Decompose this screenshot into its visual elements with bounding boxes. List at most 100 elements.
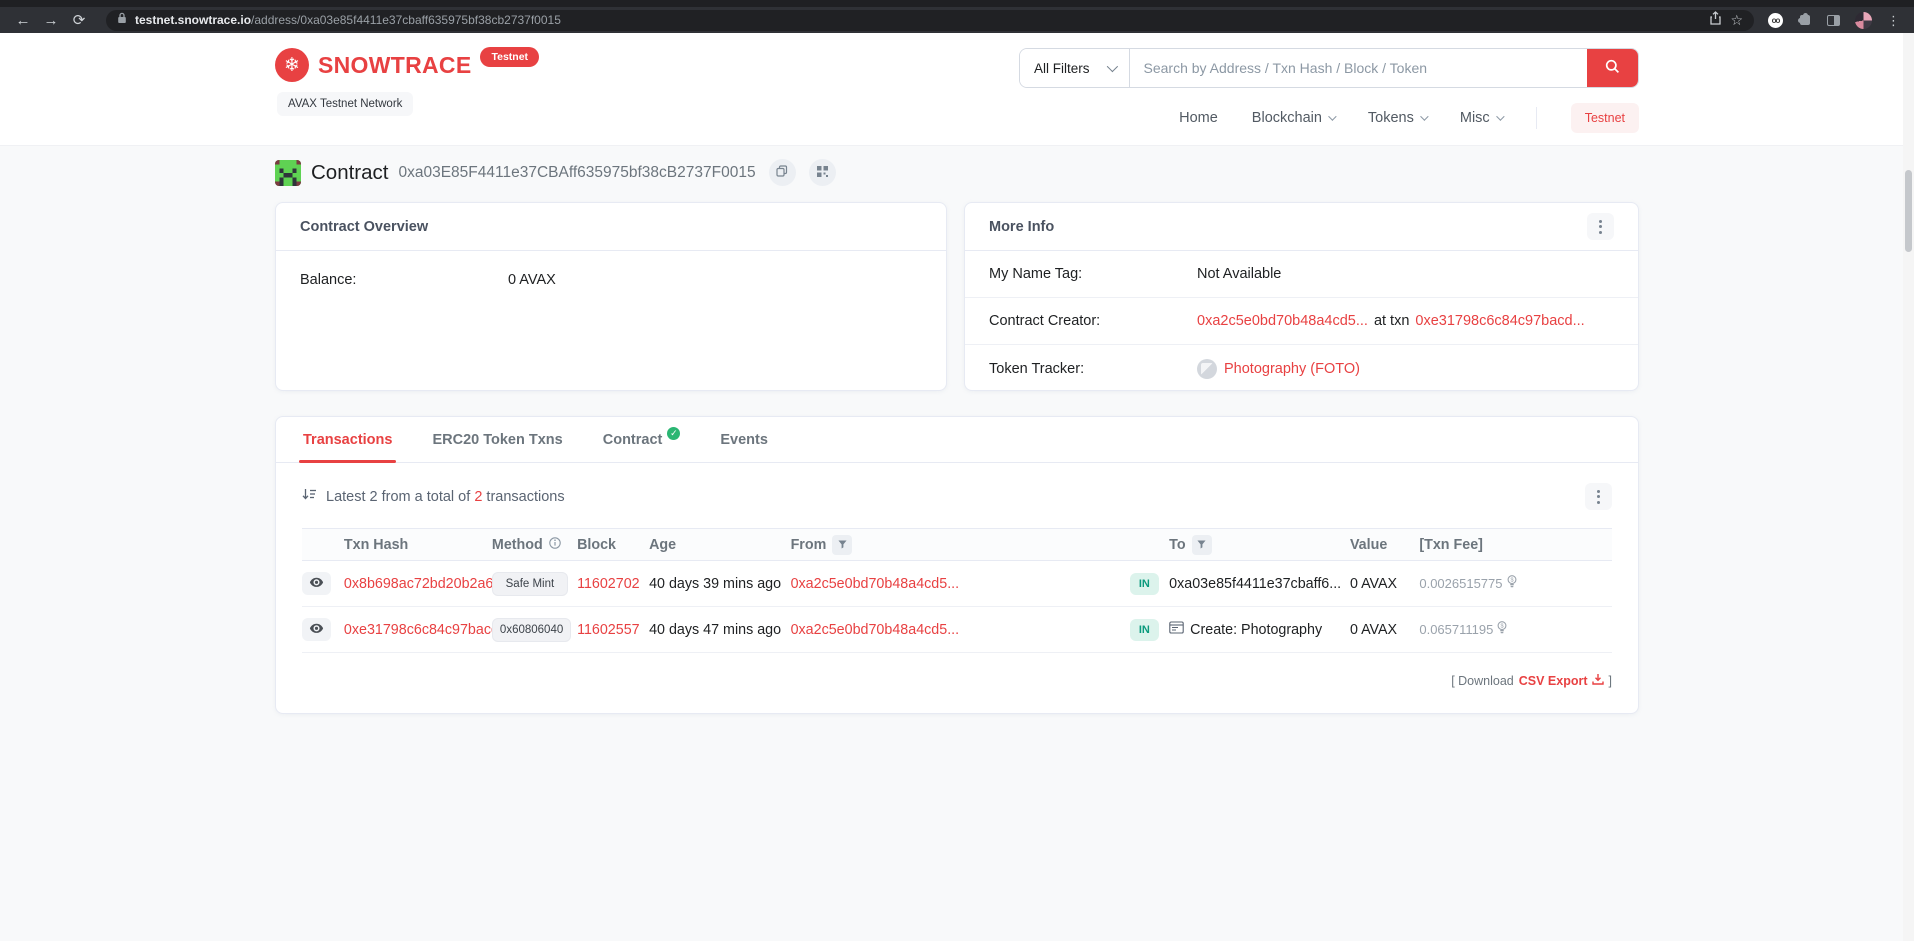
browser-back-button[interactable]: ← [10,13,36,28]
bookmark-star-icon[interactable]: ☆ [1730,12,1743,29]
browser-profile-avatar[interactable] [1855,11,1872,29]
token-tracker-link[interactable]: Photography (FOTO) [1224,361,1360,377]
chevron-down-icon [1328,112,1337,121]
method-badge: 0x60806040 [491,617,572,642]
balance-value: 0 AVAX [508,272,556,288]
col-block: Block [577,528,650,561]
txn-hash-link[interactable]: 0x8b698ac72bd20b2a64... [344,576,492,592]
token-logo-icon [1197,358,1217,379]
copy-icon [776,165,788,180]
token-tracker-label: Token Tracker: [989,360,1085,377]
csv-export-link[interactable]: CSV Export [1519,673,1604,688]
nav-item-home[interactable]: Home [1179,110,1218,126]
creator-address-link[interactable]: 0xa2c5e0bd70b48a4cd5... [1197,313,1368,329]
gas-bulb-icon[interactable]: $ [1497,621,1507,638]
browser-refresh-button[interactable]: ⟳ [66,13,92,28]
col-txn-fee: [Txn Fee] [1419,528,1612,561]
name-tag-row: My Name Tag: Not Available [965,251,1638,298]
gas-bulb-icon[interactable]: $ [1507,575,1517,592]
browser-tab-strip [0,0,1914,7]
direction-badge: IN [1129,572,1159,595]
nav-item-misc[interactable]: Misc [1460,110,1505,126]
verified-check-icon: ✓ [667,427,681,440]
transaction-count: 2 [474,488,483,505]
more-info-card: More Info My Name Tag: Not Available Con… [964,202,1639,391]
scrollbar-thumb[interactable] [1905,170,1912,252]
creator-label: Contract Creator: [989,313,1101,329]
download-prefix: [ Download [1451,673,1514,688]
snowtrace-logo-icon[interactable]: ❄ [275,48,309,82]
page-title-row: Contract 0xa03E85F4411e37CBAff635975bf38… [275,159,1639,186]
transactions-menu-button[interactable] [1585,483,1612,510]
search-button[interactable] [1587,49,1638,87]
eye-icon [309,622,324,637]
search-input[interactable] [1129,49,1587,87]
from-filter-button[interactable] [832,534,853,555]
nav-item-tokens[interactable]: Tokens [1368,110,1429,126]
browser-menu-icon[interactable]: ⋮ [1887,14,1900,27]
main-nav: Home Blockchain Tokens Misc Testnet [1179,103,1639,133]
txn-preview-button[interactable] [302,572,331,595]
contract-creator-row: Contract Creator: 0xa2c5e0bd70b48a4cd5..… [965,298,1638,345]
lock-icon [117,11,127,29]
tab-events[interactable]: Events [720,417,768,462]
brand-name[interactable]: SNOWTRACE [318,52,471,79]
side-panel-icon[interactable] [1827,14,1840,26]
col-method: Method [491,528,578,561]
site-header: ❄ SNOWTRACE Testnet AVAX Testnet Network… [0,33,1914,146]
nav-item-blockchain[interactable]: Blockchain [1252,110,1337,126]
nav-divider [1535,107,1537,129]
transactions-table: Txn Hash Method Block Age From To Value … [302,528,1612,653]
block-link[interactable]: 11602702 [577,576,640,592]
page-scrollbar[interactable] [1903,33,1914,941]
address-bar[interactable]: testnet.snowtrace.io/address/0xa03e85f44… [106,9,1754,31]
more-info-card-title: More Info [989,218,1055,235]
txn-preview-button[interactable] [302,618,331,641]
value-cell: 0 AVAX [1349,560,1420,607]
chevron-down-icon [1106,60,1118,73]
page-title: Contract [311,160,389,184]
name-tag-label: My Name Tag: [989,266,1083,282]
tab-erc20-token-txns[interactable]: ERC20 Token Txns [432,417,562,462]
age-cell: 40 days 47 mins ago [649,606,791,653]
extensions-puzzle-icon[interactable] [1797,12,1810,25]
info-icon[interactable] [549,536,561,553]
from-address-link[interactable]: 0xa2c5e0bd70b48a4cd5... [791,576,960,592]
direction-badge: IN [1129,618,1159,641]
browser-forward-button[interactable]: → [38,13,64,28]
table-header-row: Txn Hash Method Block Age From To Value … [302,528,1612,561]
age-cell: 40 days 39 mins ago [649,560,791,607]
chevron-down-icon [1420,112,1429,121]
col-age[interactable]: Age [649,528,791,561]
creator-connector: at txn [1373,313,1410,329]
sort-icon[interactable] [302,488,317,505]
tab-transactions[interactable]: Transactions [298,417,397,463]
balance-row: Balance: 0 AVAX [276,251,946,309]
tab-contract[interactable]: Contract ✓ [603,417,681,462]
to-filter-button[interactable] [1191,534,1212,555]
balance-label: Balance: [300,272,357,288]
qr-code-button[interactable] [808,159,836,186]
txn-hash-link[interactable]: 0xe31798c6c84c97bacd... [344,622,492,638]
block-link[interactable]: 11602557 [577,622,640,638]
name-tag-value: Not Available [1197,266,1282,282]
extension-owl-icon[interactable]: oo [1768,12,1783,28]
txn-fee: 0.065711195 [1419,622,1494,637]
tab-bar: Transactions ERC20 Token Txns Contract ✓ … [276,417,1638,463]
download-suffix: ] [1608,673,1612,688]
copy-address-button[interactable] [768,159,796,186]
more-info-menu-button[interactable] [1587,213,1614,240]
contract-doc-icon [1169,621,1184,638]
eye-icon [309,576,324,591]
token-tracker-row: Token Tracker: Photography (FOTO) [965,345,1638,392]
creation-txn-link[interactable]: 0xe31798c6c84c97bacd... [1415,313,1584,329]
brand-block: ❄ SNOWTRACE Testnet AVAX Testnet Network [275,47,540,116]
svg-text:$: $ [1501,624,1504,630]
from-address-link[interactable]: 0xa2c5e0bd70b48a4cd5... [791,622,960,638]
col-from: From [790,528,1130,561]
contract-avatar [275,159,301,186]
all-filters-dropdown[interactable]: All Filters [1020,49,1130,87]
share-icon[interactable] [1709,10,1722,30]
contract-address: 0xa03E85F4411e37CBAff635975bf38cB2737F00… [398,163,756,181]
testnet-network-button[interactable]: Testnet [1570,103,1639,133]
